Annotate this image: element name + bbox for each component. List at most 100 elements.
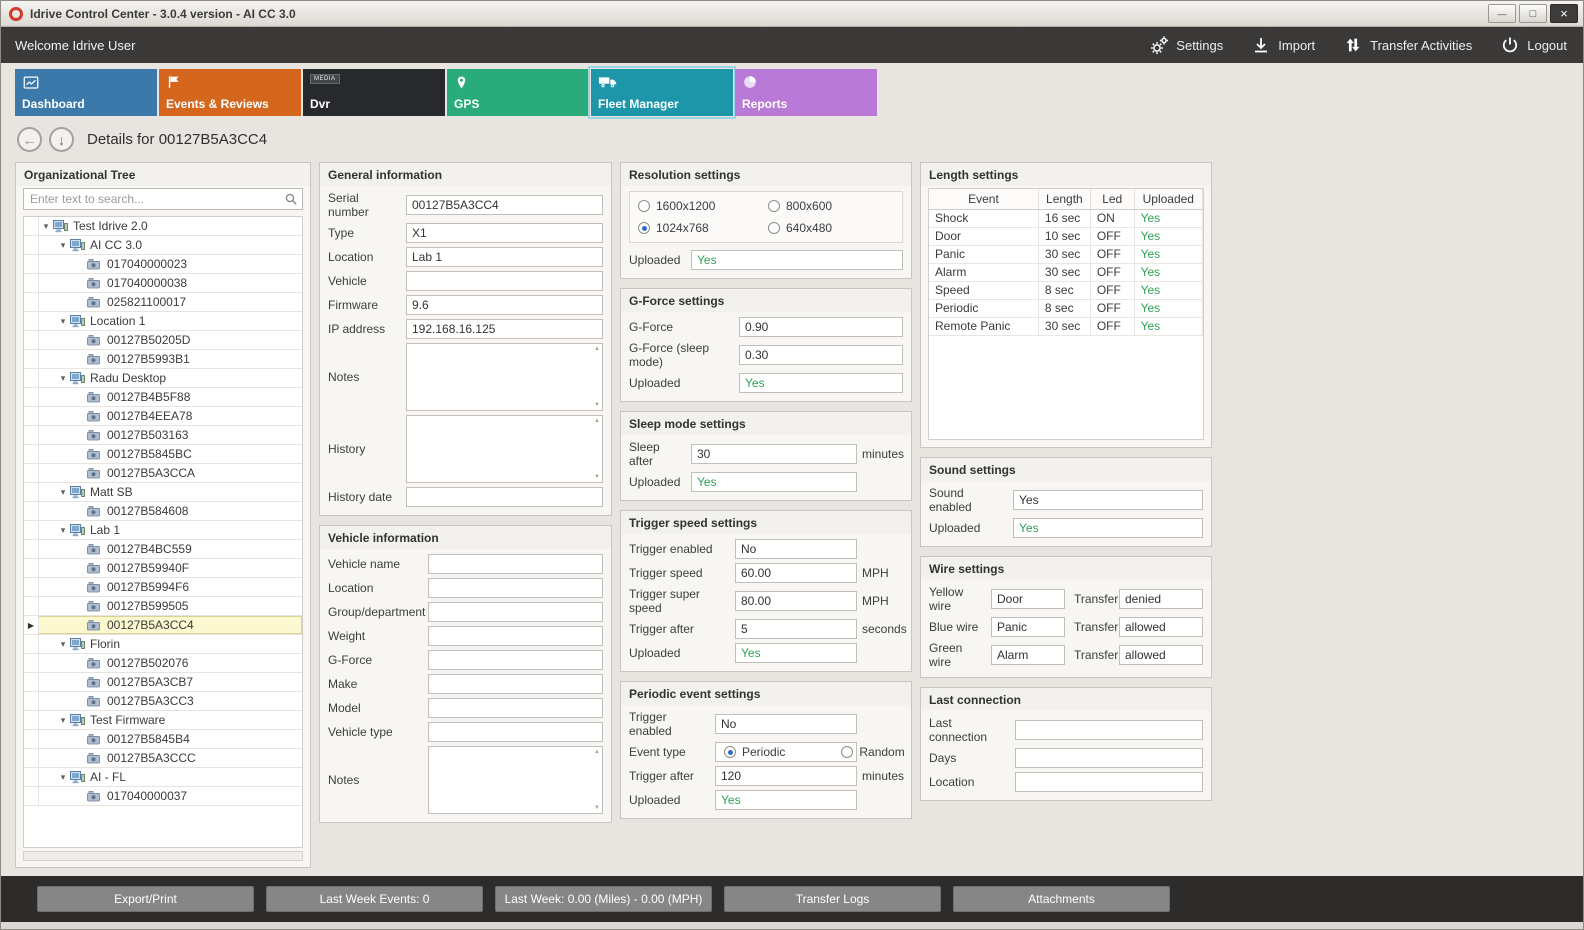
tree-device-00127b5a3cca[interactable]: 00127B5A3CCA: [24, 464, 302, 483]
tree-device-00127b50205d[interactable]: 00127B50205D: [24, 331, 302, 350]
tree-device-00127b599505[interactable]: 00127B599505: [24, 597, 302, 616]
g-force-sleep-mode-input[interactable]: [739, 345, 903, 365]
model-input[interactable]: [428, 698, 603, 718]
length-row-periodic[interactable]: Periodic8 secOFFYes: [929, 299, 1203, 317]
length-row-remote-panic[interactable]: Remote Panic30 secOFFYes: [929, 317, 1203, 335]
location-input[interactable]: [1015, 772, 1203, 792]
length-row-panic[interactable]: Panic30 secOFFYes: [929, 245, 1203, 263]
length-row-alarm[interactable]: Alarm30 secOFFYes: [929, 263, 1203, 281]
blue-wire-transfer-input[interactable]: [1119, 617, 1203, 637]
vehicle-name-input[interactable]: [428, 554, 603, 574]
type-input[interactable]: [406, 223, 603, 243]
history-date-input[interactable]: [406, 487, 603, 507]
trigger-super-speed-input[interactable]: [735, 591, 857, 611]
length-row-shock[interactable]: Shock16 secONYes: [929, 209, 1203, 227]
last-week-events-0-button[interactable]: Last Week Events: 0: [266, 886, 483, 912]
attachments-button[interactable]: Attachments: [953, 886, 1170, 912]
close-button[interactable]: [1550, 4, 1578, 23]
tree-group-test-firmware[interactable]: Test Firmware: [24, 711, 302, 730]
tab-fleet-manager[interactable]: Fleet Manager: [591, 69, 733, 116]
location-input[interactable]: [428, 578, 603, 598]
trigger-enabled-input[interactable]: [735, 539, 857, 559]
tree-device-00127b5993b1[interactable]: 00127B5993B1: [24, 350, 302, 369]
tab-dvr[interactable]: MEDIADvr: [303, 69, 445, 116]
trigger-after-input[interactable]: [715, 766, 857, 786]
action-transfer-activities[interactable]: Transfer Activities: [1343, 35, 1472, 55]
tree-device-00127b5994f6[interactable]: 00127B5994F6: [24, 578, 302, 597]
column-header-led[interactable]: Led: [1090, 189, 1134, 209]
expand-arrow-icon[interactable]: [56, 772, 70, 783]
trigger-after-input[interactable]: [735, 619, 857, 639]
tree-group-lab-1[interactable]: Lab 1: [24, 521, 302, 540]
tree-device-00127b5a3ccc[interactable]: 00127B5A3CCC: [24, 749, 302, 768]
yellow-wire-input[interactable]: [991, 589, 1065, 609]
tab-gps[interactable]: GPS: [447, 69, 589, 116]
tree-device-017040000037[interactable]: 017040000037: [24, 787, 302, 806]
tree-device-00127b502076[interactable]: 00127B502076: [24, 654, 302, 673]
tree-device-00127b503163[interactable]: 00127B503163: [24, 426, 302, 445]
group-department-input[interactable]: [428, 602, 603, 622]
tree-device-00127b5a3cc4[interactable]: 00127B5A3CC4: [24, 616, 302, 635]
history-textarea[interactable]: [406, 415, 603, 483]
action-import[interactable]: Import: [1251, 35, 1315, 55]
sound-enabled-input[interactable]: [1013, 490, 1203, 510]
uploaded-input[interactable]: [691, 472, 857, 492]
tree-group-radu-desktop[interactable]: Radu Desktop: [24, 369, 302, 388]
tree-device-00127b5a3cc3[interactable]: 00127B5A3CC3: [24, 692, 302, 711]
green-wire-input[interactable]: [991, 645, 1065, 665]
ip-address-input[interactable]: [406, 319, 603, 339]
maximize-button[interactable]: [1519, 4, 1547, 23]
yellow-wire-transfer-input[interactable]: [1119, 589, 1203, 609]
column-header-uploaded[interactable]: Uploaded: [1134, 189, 1202, 209]
expand-arrow-icon[interactable]: [56, 639, 70, 650]
uploaded-input[interactable]: [739, 373, 903, 393]
tree-device-00127b5845bc[interactable]: 00127B5845BC: [24, 445, 302, 464]
tree-group-ai-fl[interactable]: AI - FL: [24, 768, 302, 787]
action-logout[interactable]: Logout: [1500, 35, 1567, 55]
expand-arrow-icon[interactable]: [56, 487, 70, 498]
tree-group-matt-sb[interactable]: Matt SB: [24, 483, 302, 502]
radio-option-periodic[interactable]: Periodic: [724, 745, 785, 759]
tree-device-00127b5a3cb7[interactable]: 00127B5A3CB7: [24, 673, 302, 692]
vehicle-input[interactable]: [406, 271, 603, 291]
expand-arrow-icon[interactable]: [56, 316, 70, 327]
days-input[interactable]: [1015, 748, 1203, 768]
expand-arrow-icon[interactable]: [39, 221, 53, 232]
firmware-input[interactable]: [406, 295, 603, 315]
uploaded-input[interactable]: [715, 790, 857, 810]
blue-wire-input[interactable]: [991, 617, 1065, 637]
tree-device-00127b5845b4[interactable]: 00127B5845B4: [24, 730, 302, 749]
expand-arrow-icon[interactable]: [56, 240, 70, 251]
action-settings[interactable]: Settings: [1149, 35, 1223, 55]
serial-number-input[interactable]: [406, 195, 603, 215]
length-row-speed[interactable]: Speed8 secOFFYes: [929, 281, 1203, 299]
tab-reports[interactable]: Reports: [735, 69, 877, 116]
column-header-length[interactable]: Length: [1038, 189, 1090, 209]
tree-device-017040000038[interactable]: 017040000038: [24, 274, 302, 293]
minimize-button[interactable]: [1488, 4, 1516, 23]
sleep-after-input[interactable]: [691, 444, 857, 464]
trigger-speed-input[interactable]: [735, 563, 857, 583]
tree-group-location-1[interactable]: Location 1: [24, 312, 302, 331]
uploaded-input[interactable]: [1013, 518, 1203, 538]
last-week-0-00-miles-0-00-mph-button[interactable]: Last Week: 0.00 (Miles) - 0.00 (MPH): [495, 886, 712, 912]
location-input[interactable]: [406, 247, 603, 267]
tree-device-00127b59940f[interactable]: 00127B59940F: [24, 559, 302, 578]
last-connection-input[interactable]: [1015, 720, 1203, 740]
length-row-door[interactable]: Door10 secOFFYes: [929, 227, 1203, 245]
tree-device-00127b4b5f88[interactable]: 00127B4B5F88: [24, 388, 302, 407]
tree-device-00127b584608[interactable]: 00127B584608: [24, 502, 302, 521]
tree-device-017040000023[interactable]: 017040000023: [24, 255, 302, 274]
expand-arrow-icon[interactable]: [56, 715, 70, 726]
tree-device-00127b4bc559[interactable]: 00127B4BC559: [24, 540, 302, 559]
radio-option-random[interactable]: Random: [841, 745, 904, 759]
radio-option-1024x768[interactable]: 1024x768: [638, 221, 764, 235]
g-force-input[interactable]: [428, 650, 603, 670]
uploaded-input[interactable]: [691, 250, 903, 270]
tree-search-input[interactable]: [23, 188, 303, 210]
export-print-button[interactable]: Export/Print: [37, 886, 254, 912]
tree-group-ai-cc-3-0[interactable]: AI CC 3.0: [24, 236, 302, 255]
tree-group-test-idrive-2-0[interactable]: Test Idrive 2.0: [24, 217, 302, 236]
radio-option-1600x1200[interactable]: 1600x1200: [638, 199, 764, 213]
make-input[interactable]: [428, 674, 603, 694]
